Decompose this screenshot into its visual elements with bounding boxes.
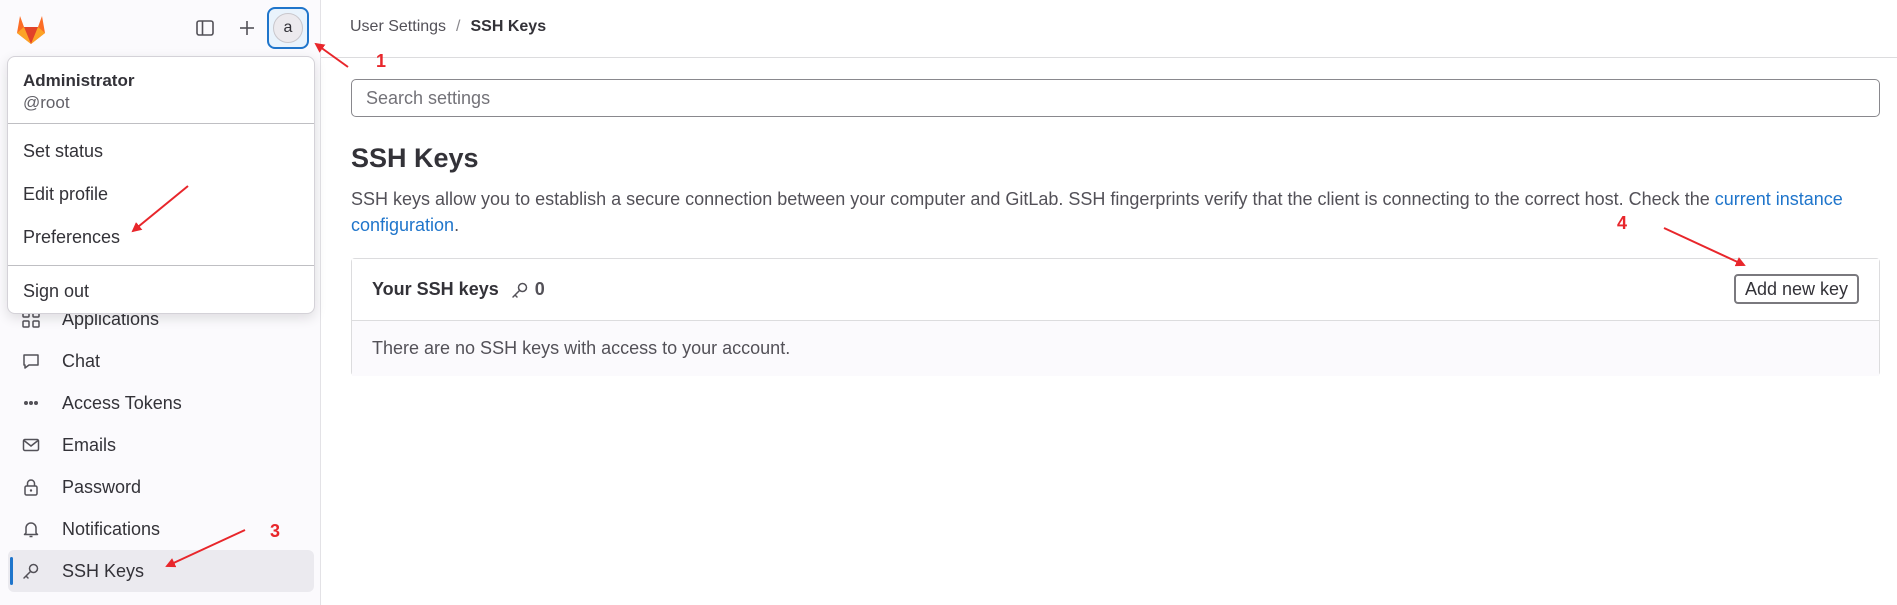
page-description: SSH keys allow you to establish a secure… [351, 186, 1881, 238]
gitlab-logo-icon[interactable] [13, 12, 49, 46]
sidebar-item-label: Access Tokens [62, 392, 182, 413]
key-count-badge: 0 [511, 279, 545, 300]
ssh-keys-card: Your SSH keys 0 Add new key There are no… [351, 258, 1880, 376]
sidebar-item-label: SSH Keys [62, 560, 145, 581]
sidebar-item-ssh-keys[interactable]: SSH Keys [8, 550, 314, 592]
sidebar: a Applications Chat Access Tokens Emails… [0, 0, 321, 605]
annotation-3: 3 [270, 521, 281, 541]
key-icon [511, 282, 527, 298]
lock-icon [20, 476, 42, 498]
user-menu-dropdown: Administrator @root Set status Edit prof… [7, 56, 315, 314]
breadcrumb: User Settings / SSH Keys [350, 18, 546, 36]
mail-icon [20, 434, 42, 456]
card-title: Your SSH keys [372, 279, 499, 299]
add-new-key-button[interactable]: Add new key [1733, 274, 1859, 304]
description-end: . [454, 215, 460, 235]
sidebar-topbar: a [0, 0, 320, 56]
search-input[interactable] [351, 79, 1880, 117]
chat-icon [20, 350, 42, 372]
breadcrumb-parent[interactable]: User Settings [350, 18, 446, 36]
sidebar-item-label: Notifications [62, 518, 161, 539]
card-header: Your SSH keys 0 Add new key [352, 259, 1879, 321]
user-handle: @root [23, 93, 70, 112]
menu-item-edit-profile[interactable]: Edit profile [8, 173, 314, 216]
user-menu-header[interactable]: Administrator @root [8, 57, 314, 123]
sidebar-item-chat[interactable]: Chat [8, 340, 314, 382]
sidebar-item-password[interactable]: Password [8, 466, 314, 508]
token-icon [20, 392, 42, 414]
key-count: 0 [534, 279, 545, 299]
annotation-1: 1 [376, 51, 387, 71]
sidebar-item-label: Password [62, 476, 142, 497]
sidebar-item-notifications[interactable]: Notifications [8, 508, 314, 550]
sidebar-item-label: Chat [62, 350, 101, 371]
avatar-text: a [283, 19, 293, 36]
divider [8, 265, 314, 266]
menu-item-sign-out[interactable]: Sign out [8, 270, 314, 313]
annotation-4: 4 [1617, 213, 1628, 233]
user-avatar-button[interactable]: a [267, 7, 309, 49]
description-text: SSH keys allow you to establish a secure… [351, 189, 1710, 209]
header-divider [321, 57, 1897, 58]
breadcrumb-current[interactable]: SSH Keys [471, 18, 547, 36]
menu-item-set-status[interactable]: Set status [8, 130, 314, 173]
bell-icon [20, 518, 42, 540]
page-title: SSH Keys [351, 143, 479, 173]
menu-item-preferences[interactable]: Preferences [8, 216, 314, 259]
user-name: Administrator [23, 71, 135, 90]
create-new-icon[interactable] [231, 12, 263, 44]
avatar: a [273, 13, 303, 43]
sidebar-nav: Applications Chat Access Tokens Emails P… [8, 298, 314, 592]
sidebar-item-label: Emails [62, 434, 117, 455]
sidebar-item-emails[interactable]: Emails [8, 424, 314, 466]
sidebar-item-access-tokens[interactable]: Access Tokens [8, 382, 314, 424]
main-content: User Settings / SSH Keys SSH Keys SSH ke… [321, 0, 1897, 605]
key-icon [20, 560, 42, 582]
breadcrumb-separator: / [456, 18, 461, 35]
empty-state-text: There are no SSH keys with access to you… [352, 321, 1879, 376]
toggle-sidebar-icon[interactable] [189, 12, 221, 44]
